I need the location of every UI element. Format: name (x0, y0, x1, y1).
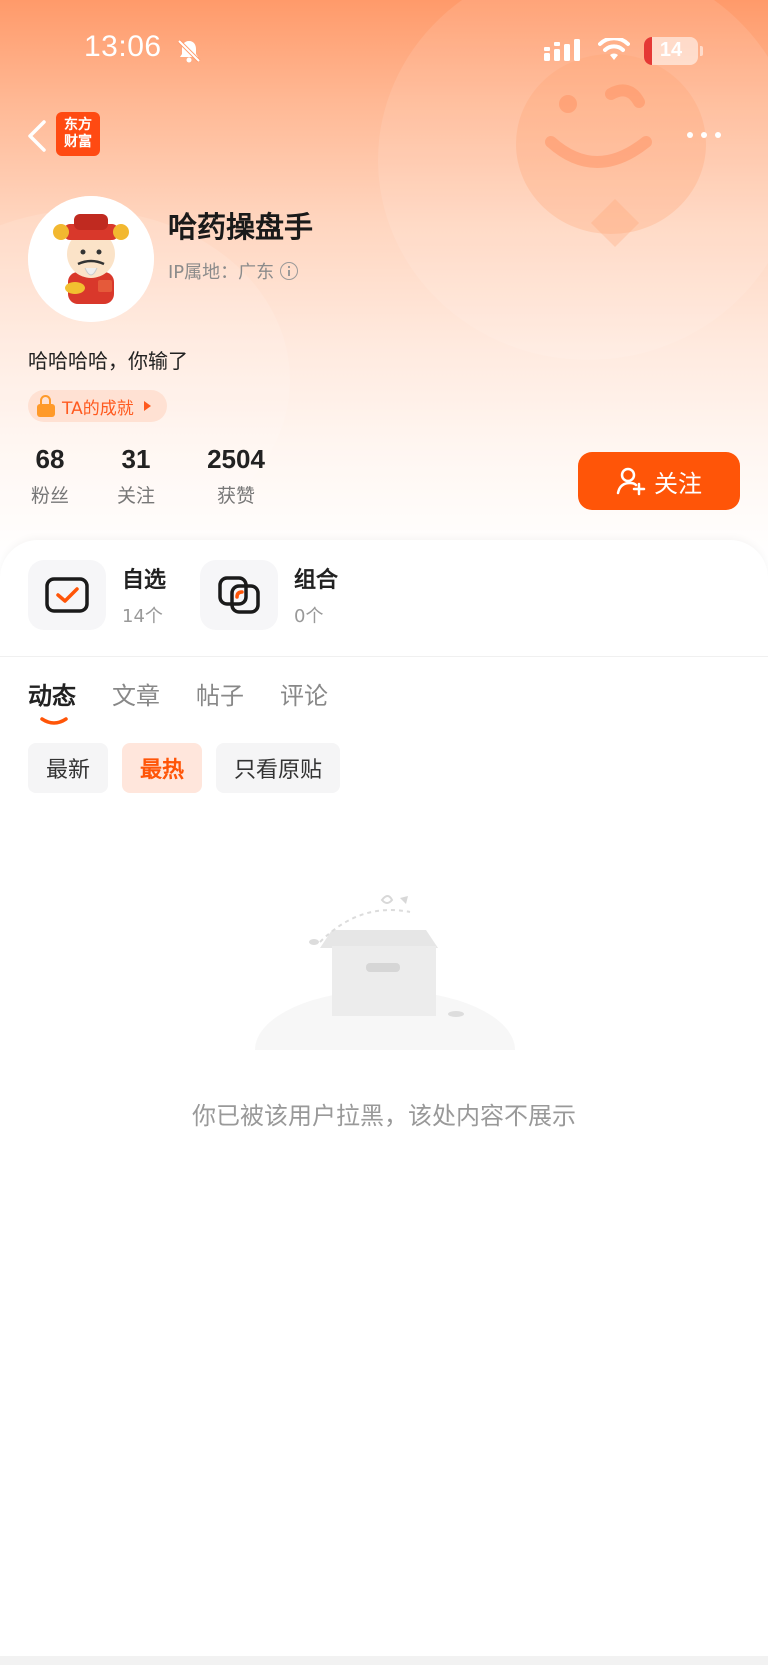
back-button[interactable] (24, 116, 52, 156)
tab-dynamics[interactable]: 动态 (28, 676, 76, 725)
battery-cap (700, 46, 703, 56)
stat-following[interactable]: 31 关注 (114, 444, 158, 508)
filter-original-only[interactable]: 只看原贴 (216, 743, 341, 793)
stat-fans[interactable]: 68 粉丝 (28, 444, 72, 508)
stat-following-label: 关注 (116, 485, 155, 507)
caishen-avatar-icon (28, 196, 154, 322)
bottom-bar (0, 1656, 768, 1665)
filter-chips: 最新 最热 只看原贴 (28, 743, 341, 793)
portfolio-icon-box (200, 560, 278, 630)
content-tabs: 动态 文章 帖子 评论 (28, 676, 328, 725)
wifi-icon (598, 36, 630, 66)
empty-state-message: 你已被该用户拉黑，该处内容不展示 (192, 1102, 576, 1130)
logo-text-line1: 东方 (64, 117, 92, 133)
ip-location-label: IP属地：广东 (168, 262, 275, 283)
quick-link-portfolio[interactable]: 组合 0个 (200, 560, 338, 630)
cellular-signal-icon (544, 39, 584, 65)
tab-comments[interactable]: 评论 (280, 676, 328, 711)
filter-latest[interactable]: 最新 (28, 743, 109, 793)
stat-likes-label: 获赞 (216, 485, 255, 507)
status-bar: 13:06 14 (0, 0, 768, 100)
tab-label: 文章 (112, 682, 160, 710)
bell-muted-icon (176, 38, 202, 68)
tab-label: 评论 (280, 682, 328, 710)
quick-link-count: 0个 (294, 606, 324, 627)
battery-level: 14 (659, 39, 683, 61)
watchlist-icon-box (28, 560, 106, 630)
empty-box-illustration (240, 890, 530, 1110)
achievement-label: TA的成就 (62, 398, 134, 419)
quick-link-title: 自选 (122, 568, 167, 593)
stat-likes[interactable]: 2504 获赞 (200, 444, 272, 508)
triangle-right-icon (143, 401, 151, 411)
more-options-button[interactable] (684, 122, 724, 148)
ip-location: IP属地：广东 (168, 258, 299, 284)
active-tab-indicator (40, 717, 68, 725)
stat-likes-value: 2504 (207, 444, 265, 474)
tab-label: 帖子 (196, 682, 244, 710)
follow-button-label: 关注 (654, 469, 702, 498)
stat-following-value: 31 (121, 444, 151, 474)
app-logo: 东方 财富 (56, 112, 100, 156)
battery-icon: 14 (644, 37, 698, 65)
divider (0, 656, 768, 657)
quick-link-watchlist[interactable]: 自选 14个 (28, 560, 166, 630)
logo-text-line2: 财富 (64, 134, 92, 150)
add-user-icon (616, 467, 646, 496)
portfolio-icon (218, 576, 260, 614)
achievement-badge[interactable]: TA的成就 (28, 390, 167, 422)
info-icon[interactable] (280, 262, 299, 280)
tab-label: 动态 (28, 682, 76, 710)
stat-fans-value: 68 (35, 444, 65, 474)
quick-link-count: 14个 (122, 606, 163, 627)
quick-link-title: 组合 (294, 568, 339, 593)
username: 哈药操盘手 (168, 210, 314, 244)
lock-icon (36, 395, 56, 417)
filter-hottest[interactable]: 最热 (122, 743, 203, 793)
watchlist-check-icon (45, 577, 89, 613)
status-time: 13:06 (84, 30, 162, 63)
tab-articles[interactable]: 文章 (112, 676, 160, 711)
tab-posts[interactable]: 帖子 (196, 676, 244, 711)
stat-fans-label: 粉丝 (30, 485, 69, 507)
follow-button[interactable]: 关注 (578, 452, 740, 510)
user-bio: 哈哈哈哈，你输了 (28, 349, 188, 373)
avatar[interactable] (28, 196, 154, 322)
